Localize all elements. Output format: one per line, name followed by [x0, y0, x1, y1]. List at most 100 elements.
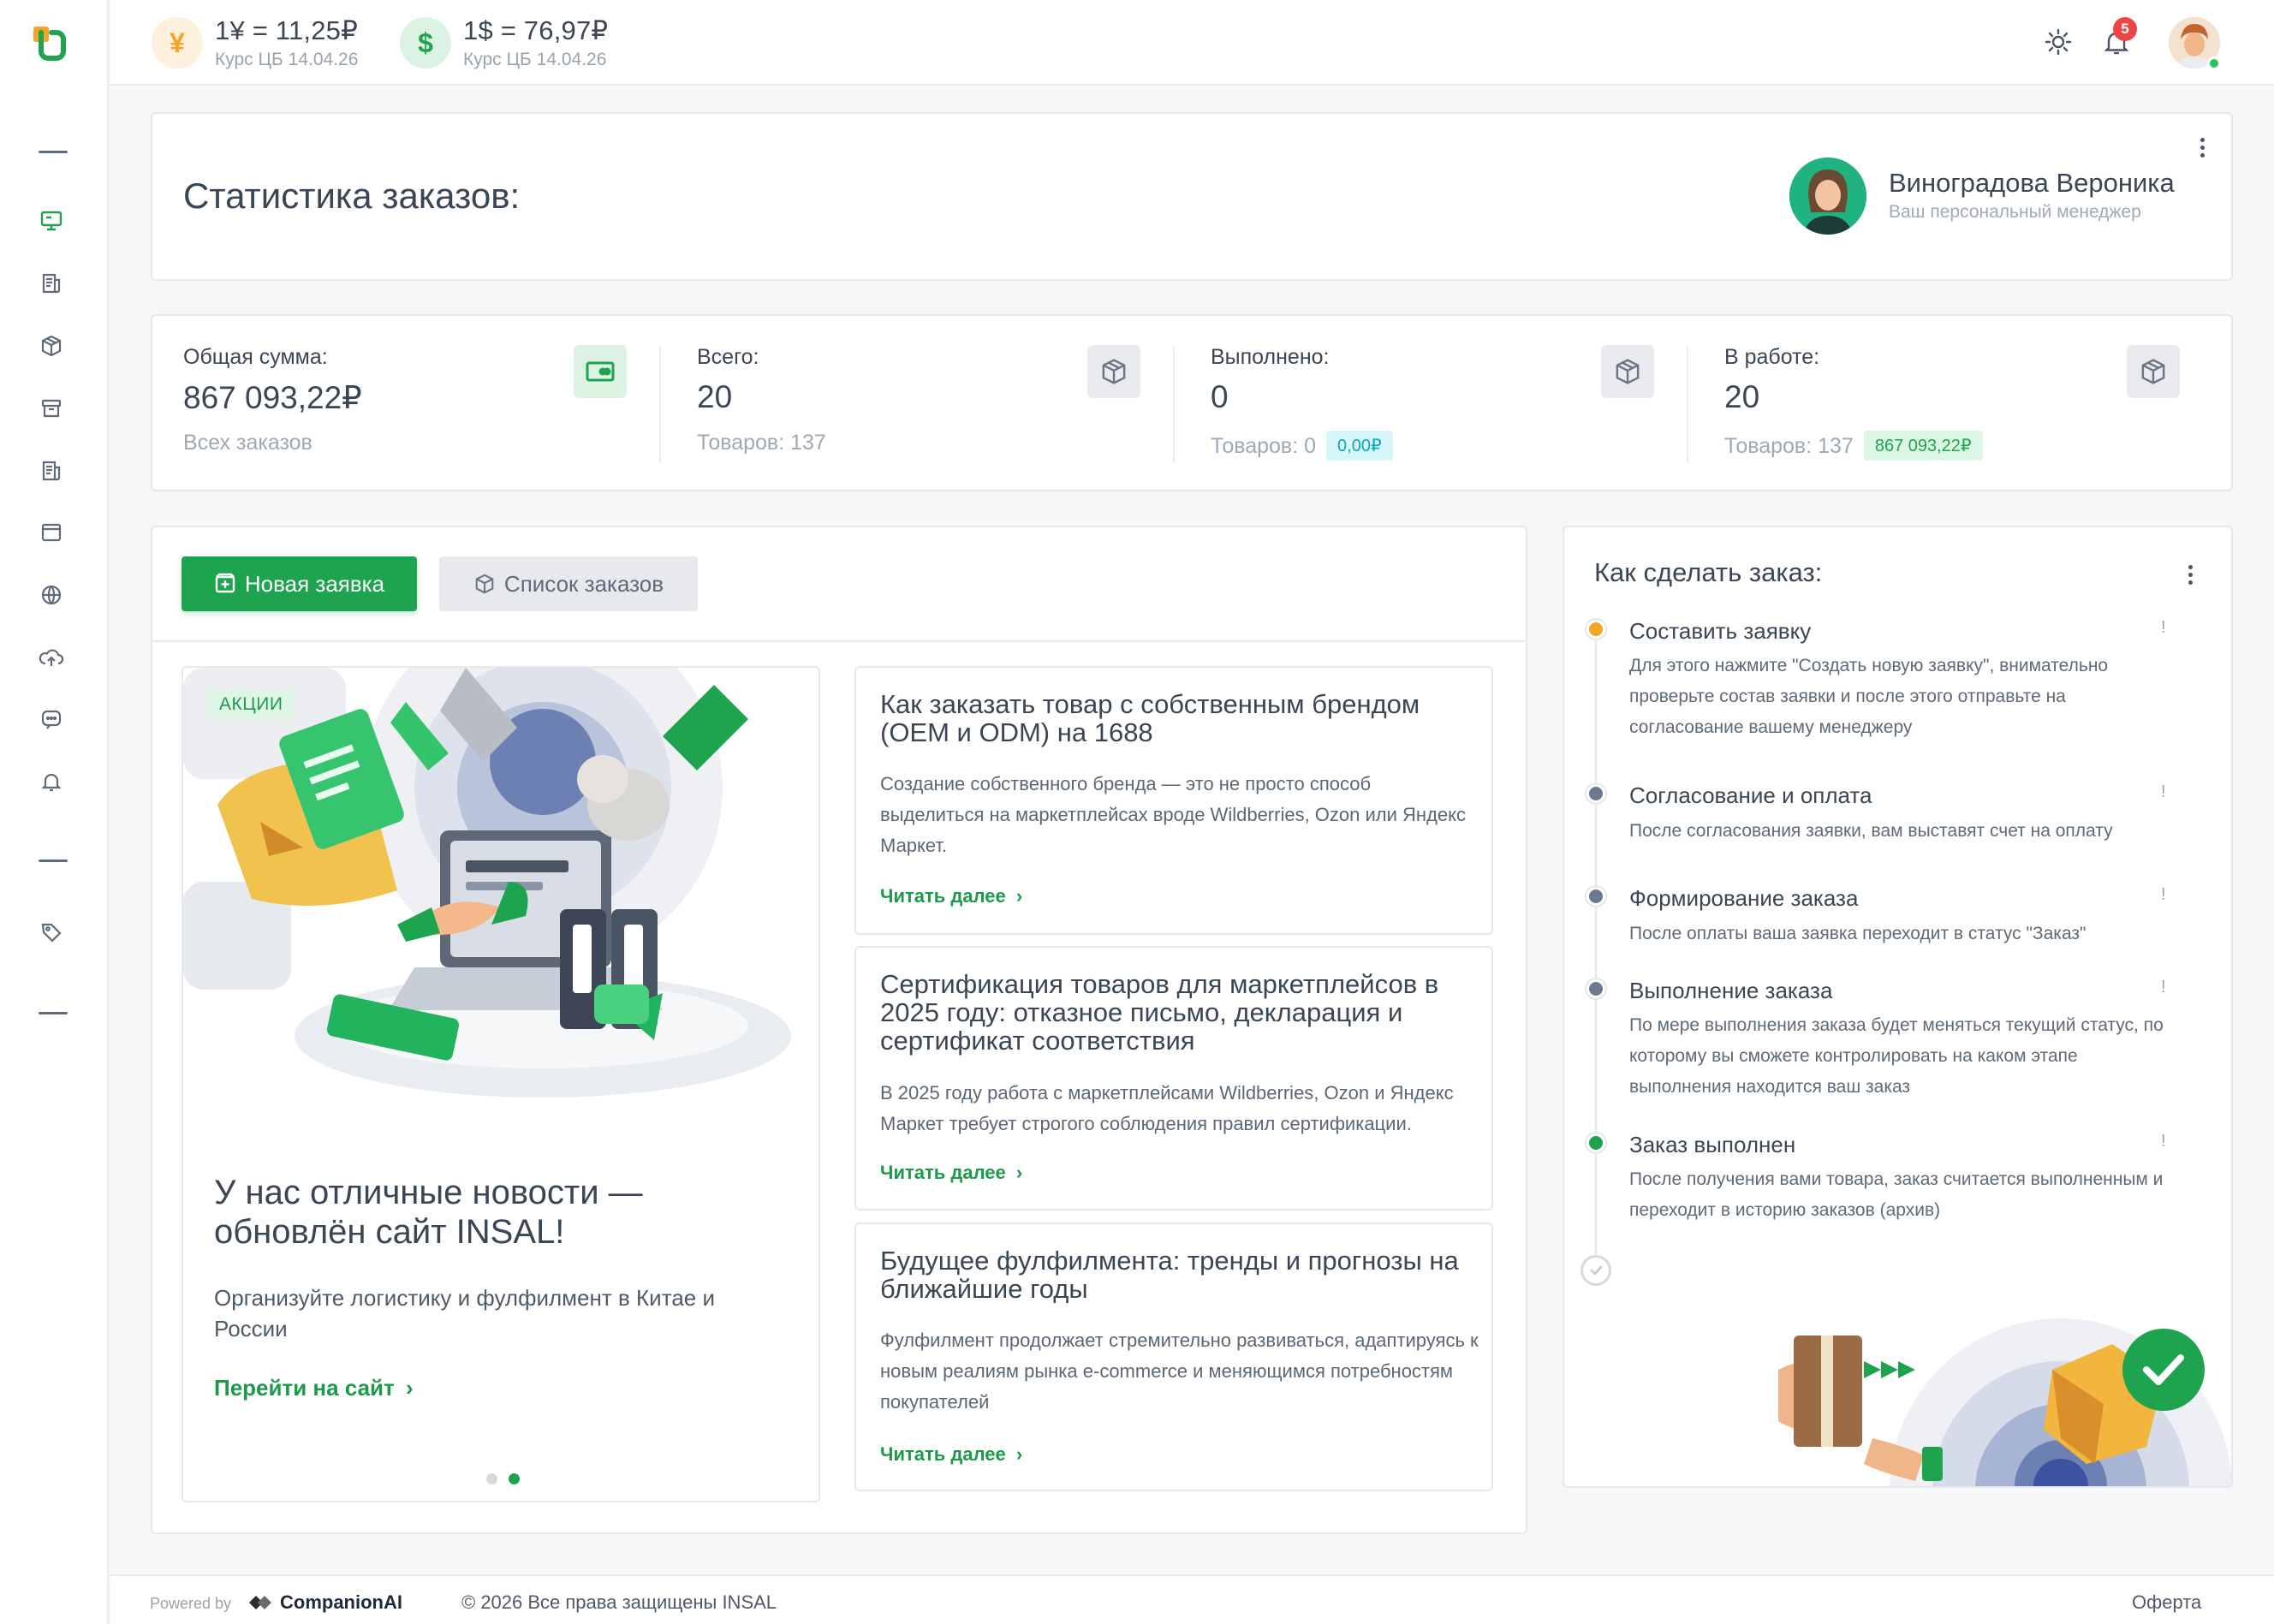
sidebar-item-documents[interactable]: [34, 454, 68, 488]
sidebar-item-notifications[interactable]: [34, 764, 68, 799]
carousel-dot-active[interactable]: [509, 1473, 520, 1484]
window-icon: [41, 523, 62, 542]
sidebar-item-globe[interactable]: [34, 578, 68, 612]
sidebar-item-archive[interactable]: [34, 391, 68, 425]
article-title[interactable]: Будущее фулфилмента: тренды и прогнозы н…: [880, 1246, 1471, 1303]
cloud-upload-icon: [39, 649, 64, 666]
promo-tag: АКЦИИ: [207, 689, 295, 720]
article-title[interactable]: Как заказать товар с собственным брендом…: [880, 690, 1471, 747]
stat-subtitle: Товаров: 0 0,00₽: [1211, 431, 1393, 461]
powered-by-label: Powered by: [150, 1595, 232, 1612]
chevron-right-icon: ›: [406, 1375, 414, 1401]
promo-slide[interactable]: АКЦИИ У нас отличные новости — обновлён …: [182, 666, 820, 1502]
promo-title: У нас отличные новости — обновлён сайт I…: [214, 1174, 643, 1251]
new-request-button[interactable]: Новая заявка: [182, 556, 417, 611]
carousel-dot[interactable]: [486, 1473, 497, 1484]
stat-divider: [1173, 347, 1175, 463]
step-text: После получения вами товара, заказ счита…: [1629, 1169, 2164, 1220]
step-title: Формирование заказа: [1629, 885, 1859, 911]
sidebar-item-chat[interactable]: [34, 702, 68, 736]
delivery-illustration: [1778, 1318, 2231, 1486]
order-list-button[interactable]: Список заказов: [439, 556, 698, 611]
in-progress-sum-badge: 867 093,22₽: [1863, 431, 1983, 461]
chevron-right-icon: ›: [1015, 1443, 1023, 1465]
info-icon[interactable]: !: [2161, 618, 2166, 638]
notifications-count-badge: 5: [2113, 17, 2137, 41]
theme-toggle-button[interactable]: [2039, 22, 2078, 62]
archive-icon: [41, 399, 62, 418]
info-icon[interactable]: !: [2161, 782, 2166, 802]
online-status-indicator: [2207, 57, 2221, 70]
article-excerpt: Фулфилмент продолжает стремительно разви…: [880, 1330, 1479, 1413]
dollar-rate: $ 1$ = 76,97₽ Курс ЦБ 14.04.26: [400, 15, 608, 70]
step-title: Заказ выполнен: [1629, 1132, 1796, 1157]
promo-link[interactable]: Перейти на сайт ›: [214, 1375, 414, 1401]
read-more-link[interactable]: Читать далее ›: [880, 885, 1022, 907]
step-status-dot: [1586, 979, 1605, 998]
step-title: Составить заявку: [1629, 618, 1812, 644]
sidebar-separator: [39, 860, 68, 862]
article-title[interactable]: Сертификация товаров для маркетплейсов в…: [880, 970, 1471, 1055]
sidebar-item-tags[interactable]: [34, 915, 68, 949]
manager-role: Ваш персональный менеджер: [1889, 202, 2141, 222]
step-text: По мере выполнения заказа будет меняться…: [1629, 1015, 2164, 1097]
sidebar-item-calendar[interactable]: [34, 515, 68, 550]
box-icon: [41, 335, 62, 357]
info-icon[interactable]: !: [2161, 1132, 2166, 1151]
box-icon: [1601, 345, 1654, 398]
companion-brand[interactable]: CompanionAI: [247, 1591, 402, 1614]
stat-subtitle: Товаров: 137: [697, 431, 826, 455]
sidebar-item-upload[interactable]: [34, 640, 68, 675]
app-logo[interactable]: [31, 24, 70, 63]
timeline-check-icon: [1580, 1255, 1611, 1286]
yuan-rate-source: Курс ЦБ 14.04.26: [215, 50, 359, 69]
sun-icon: [2045, 28, 2072, 56]
stat-label: Выполнено:: [1211, 345, 1330, 369]
stats-menu-button[interactable]: [2198, 138, 2206, 158]
stat-total-orders: Всего: 20 Товаров: 137: [697, 316, 1142, 490]
dollar-icon: $: [400, 17, 451, 68]
chat-icon: [41, 710, 62, 729]
new-request-label: Новая заявка: [244, 570, 385, 597]
globe-icon: [41, 585, 62, 605]
promo-illustration: [183, 668, 819, 1113]
box-icon: [1087, 345, 1140, 398]
stat-divider: [659, 347, 661, 463]
read-more-link[interactable]: Читать далее ›: [880, 1162, 1022, 1184]
stat-value: 867 093,22₽: [183, 380, 362, 415]
manager-name: Виноградова Вероника: [1889, 168, 2175, 198]
stat-label: В работе:: [1724, 345, 1820, 369]
sidebar-item-dashboard[interactable]: [34, 204, 68, 238]
completed-sum-badge: 0,00₽: [1326, 431, 1393, 461]
stat-subtitle: Всех заказов: [183, 431, 313, 455]
bell-icon: [41, 773, 62, 792]
step-status-dot: [1586, 784, 1605, 803]
chevron-right-icon: ›: [1015, 1162, 1023, 1183]
article-card[interactable]: Сертификация товаров для маркетплейсов в…: [854, 946, 1493, 1211]
document-icon: [42, 273, 61, 294]
chevron-right-icon: ›: [1015, 885, 1023, 907]
step-status-dot: [1586, 1133, 1605, 1152]
page-title: Статистика заказов:: [183, 175, 521, 216]
stat-total-sum: Общая сумма: 867 093,22₽ Всех заказов: [183, 316, 628, 490]
sidebar-item-orders[interactable]: [34, 329, 68, 363]
step-text: Для этого нажмите "Создать новую заявку"…: [1629, 656, 2109, 737]
read-more-link[interactable]: Читать далее ›: [880, 1443, 1022, 1466]
article-card[interactable]: Как заказать товар с собственным брендом…: [854, 666, 1493, 935]
stats-card: Общая сумма: 867 093,22₽ Всех заказов Вс…: [151, 314, 2233, 491]
yuan-rate-value: 1¥ = 11,25₽: [215, 15, 359, 45]
yuan-icon: ¥: [152, 17, 203, 68]
info-icon[interactable]: !: [2161, 978, 2166, 997]
sidebar-item-requests[interactable]: [34, 266, 68, 300]
info-icon[interactable]: !: [2161, 885, 2166, 905]
sidebar-separator: [39, 1012, 68, 1014]
dollar-rate-source: Курс ЦБ 14.04.26: [463, 50, 607, 69]
offer-link[interactable]: Оферта: [2132, 1591, 2201, 1614]
dashboard-icon: [40, 211, 63, 231]
divider: [152, 640, 1526, 642]
sidebar: [0, 0, 109, 1624]
add-document-icon: [215, 573, 235, 593]
footer: Powered by CompanionAI © 2026 Все права …: [110, 1574, 2274, 1624]
article-card[interactable]: Будущее фулфилмента: тренды и прогнозы н…: [854, 1222, 1493, 1491]
how-to-menu-button[interactable]: [2186, 565, 2194, 585]
